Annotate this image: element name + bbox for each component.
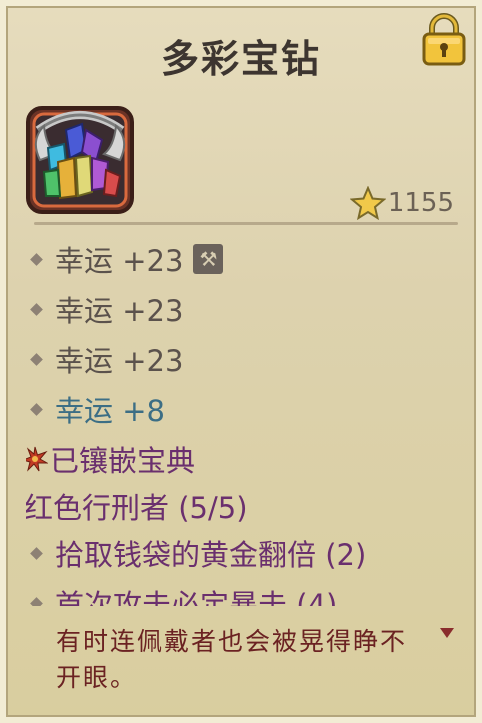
set-bonus-row: 拾取钱袋的黄金翻倍 (2): [26, 528, 456, 578]
divider: [34, 222, 458, 225]
diamond-bullet-icon: [30, 596, 43, 606]
lock-icon[interactable]: [420, 12, 468, 68]
diamond-bullet-icon: [30, 252, 43, 266]
socket-label: 已镶嵌宝典: [50, 444, 196, 478]
starburst-icon: [26, 446, 48, 472]
item-rating: 1155: [349, 186, 454, 220]
stat-row: 幸运 +8: [26, 384, 456, 434]
set-bonus-label: 拾取钱袋的黄金翻倍 (2): [55, 538, 367, 572]
anvil-icon[interactable]: ⚒: [193, 244, 224, 274]
item-properties: 幸运 +23 ⚒ 幸运 +23 幸运 +23 幸运 +8 已镶嵌宝典 红色行刑者…: [26, 234, 456, 606]
socket-row: 已镶嵌宝典: [26, 434, 456, 484]
stat-label: 幸运 +8: [55, 394, 165, 428]
item-description: 有时连佩戴者也会被晃得睁不开眼。: [56, 627, 408, 692]
item-tooltip-card: 多彩宝钻 1155 幸运 +23 ⚒ 幸运 +23 幸运 +23 幸运 +8 已…: [0, 0, 482, 723]
multicolor-gem-icon: [20, 100, 140, 220]
diamond-bullet-icon: [30, 546, 43, 560]
diamond-bullet-icon: [30, 402, 43, 416]
rating-value: 1155: [387, 188, 454, 218]
stat-row: 幸运 +23 ⚒: [26, 234, 456, 284]
diamond-bullet-icon: [30, 352, 43, 366]
set-bonus-label: 首次攻击必定暴击 (4): [55, 588, 338, 606]
stat-row: 幸运 +23: [26, 284, 456, 334]
star-icon: [349, 186, 386, 220]
stat-label: 幸运 +23: [55, 294, 184, 328]
item-title: 多彩宝钻: [160, 37, 321, 81]
set-title: 红色行刑者 (5/5): [26, 491, 248, 525]
diamond-bullet-icon: [30, 302, 43, 316]
stat-label: 幸运 +23: [55, 344, 184, 378]
stat-label: 幸运 +23: [55, 244, 184, 278]
scroll-down-arrow-icon[interactable]: [440, 628, 454, 638]
set-bonus-row: 首次攻击必定暴击 (4): [26, 578, 456, 606]
stat-row: 幸运 +23: [26, 334, 456, 384]
